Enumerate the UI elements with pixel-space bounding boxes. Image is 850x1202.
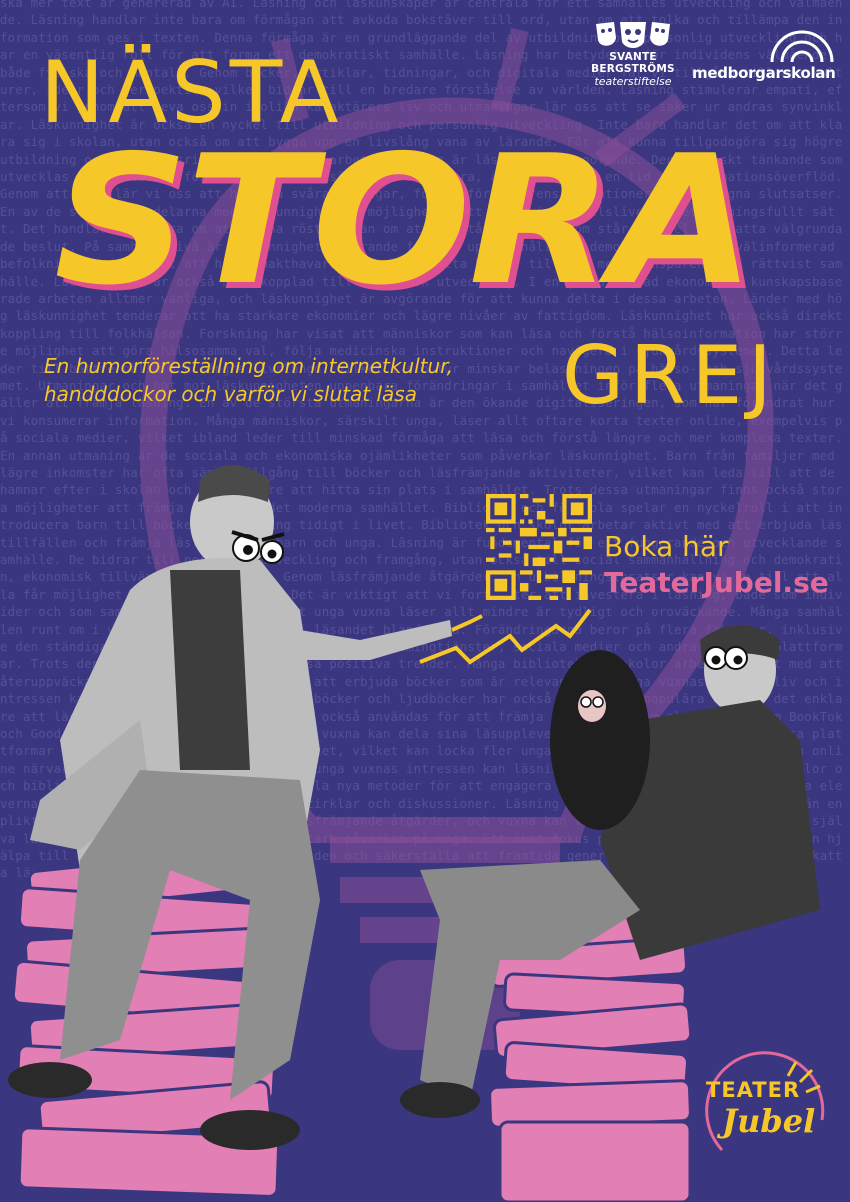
tagline-line-1: En humorföreställning om internetkultur, xyxy=(44,354,453,378)
teater-word: TEATER xyxy=(706,1078,801,1102)
teater-jubel-logo[interactable]: TEATER Jubel xyxy=(692,1050,832,1160)
medborgarskolan-text: medborgarskolan xyxy=(692,64,836,82)
title-line-3: GREJ xyxy=(562,329,778,422)
poster: ska mer text är genererad av AI. Läsning… xyxy=(0,0,850,1202)
theatre-masks-icon xyxy=(596,22,670,48)
shout-spark xyxy=(451,614,483,632)
title-line-2: STORA xyxy=(54,117,755,324)
signal-arcs-icon xyxy=(770,30,834,63)
tagline-line-2: handddockor och varför vi slutat läsa xyxy=(44,382,417,406)
svante-bergstrom-logo: SVANTE BERGSTRÖMS teaterstiftelse xyxy=(578,20,688,88)
svante-subtitle: teaterstiftelse xyxy=(594,75,672,88)
svante-name: SVANTE BERGSTRÖMS xyxy=(591,51,675,75)
jubel-word: Jubel xyxy=(722,1102,816,1140)
tagline: En humorföreställning om internetkultur,… xyxy=(44,352,564,408)
